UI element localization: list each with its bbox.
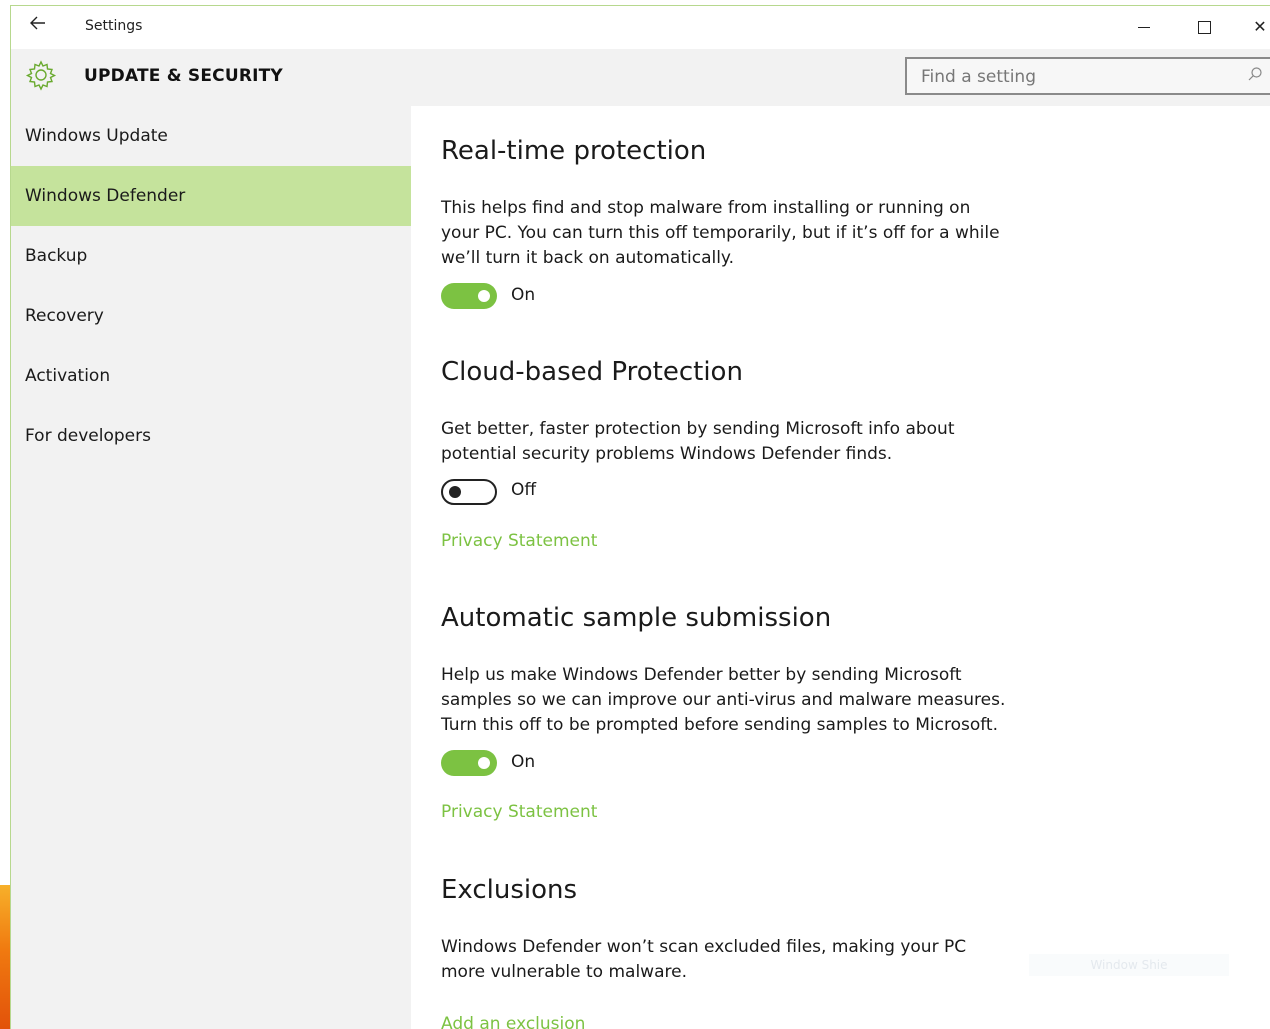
- desktop-edge: [0, 0, 10, 1029]
- app-title: Settings: [85, 18, 143, 34]
- main-content: Real-time protection This helps find and…: [411, 106, 1270, 1029]
- title-bar: Settings ✕: [11, 6, 1270, 49]
- section-description-sample-submission: Help us make Windows Defender better by …: [441, 665, 1006, 735]
- page-header: UPDATE & SECURITY: [11, 49, 1270, 106]
- toggle-knob: [478, 757, 490, 769]
- desktop-wallpaper-sliver: [0, 885, 10, 1029]
- sidebar-item-activation[interactable]: Activation: [11, 346, 411, 406]
- watermark: Window Shie: [1029, 954, 1229, 976]
- sidebar-item-for-developers[interactable]: For developers: [11, 406, 411, 466]
- sidebar-item-windows-update[interactable]: Windows Update: [11, 106, 411, 166]
- minimize-button[interactable]: [1121, 12, 1167, 42]
- sidebar-item-windows-defender[interactable]: Windows Defender: [11, 166, 411, 226]
- search-input[interactable]: [907, 59, 1243, 95]
- realtime-protection-toggle[interactable]: [441, 283, 497, 309]
- sidebar-item-backup[interactable]: Backup: [11, 226, 411, 286]
- sidebar-item-label: Activation: [25, 366, 111, 386]
- sidebar-item-label: Backup: [25, 246, 88, 266]
- section-description-exclusions: Windows Defender won’t scan excluded fil…: [441, 937, 967, 982]
- section-description-realtime: This helps find and stop malware from in…: [441, 198, 1000, 268]
- gear-icon: [24, 58, 58, 92]
- toggle-knob: [449, 486, 461, 498]
- sidebar-nav: Windows Update Windows Defender Backup R…: [11, 106, 411, 1029]
- back-arrow-icon[interactable]: [29, 14, 47, 37]
- close-button[interactable]: ✕: [1237, 12, 1270, 42]
- search-icon[interactable]: [1247, 66, 1263, 86]
- page-title: UPDATE & SECURITY: [84, 66, 283, 86]
- sidebar-item-label: Recovery: [25, 306, 104, 326]
- sidebar-item-label: For developers: [25, 426, 151, 446]
- toggle-knob: [478, 290, 490, 302]
- add-exclusion-link[interactable]: Add an exclusion: [441, 1014, 585, 1029]
- section-title-sample-submission: Automatic sample submission: [441, 603, 832, 633]
- section-title-cloud: Cloud-based Protection: [441, 357, 743, 387]
- close-icon: ✕: [1253, 17, 1267, 36]
- sidebar-item-recovery[interactable]: Recovery: [11, 286, 411, 346]
- sample-submission-toggle[interactable]: [441, 750, 497, 776]
- maximize-button[interactable]: [1181, 12, 1227, 42]
- cloud-protection-toggle[interactable]: [441, 479, 497, 505]
- minimize-icon: [1138, 27, 1150, 28]
- section-title-exclusions: Exclusions: [441, 875, 578, 905]
- section-description-cloud: Get better, faster protection by sending…: [441, 419, 955, 464]
- search-box[interactable]: [905, 57, 1270, 95]
- section-title-realtime: Real-time protection: [441, 136, 707, 166]
- sample-toggle-state: On: [511, 752, 536, 772]
- sample-privacy-statement-link[interactable]: Privacy Statement: [441, 802, 597, 822]
- cloud-toggle-state: Off: [511, 480, 537, 500]
- cloud-privacy-statement-link[interactable]: Privacy Statement: [441, 531, 597, 551]
- sidebar-item-label: Windows Update: [25, 126, 168, 146]
- sidebar-item-label: Windows Defender: [25, 186, 186, 206]
- settings-window: Settings ✕ UPDATE & SECURITY Find a sett…: [10, 5, 1270, 1029]
- maximize-icon: [1198, 21, 1211, 34]
- realtime-toggle-state: On: [511, 285, 536, 305]
